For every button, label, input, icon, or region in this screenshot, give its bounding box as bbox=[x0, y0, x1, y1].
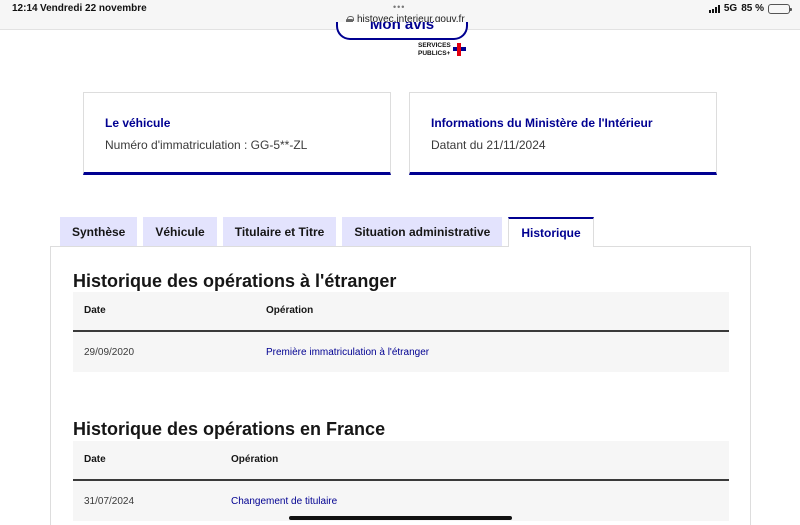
battery-icon bbox=[768, 3, 792, 14]
historique-panel: Historique des opérations à l'étranger D… bbox=[50, 246, 751, 525]
row-date: 31/07/2024 bbox=[84, 496, 135, 507]
battery-percent: 85 % bbox=[741, 3, 764, 14]
logo-line1: SERVICES bbox=[418, 42, 451, 49]
data-date: Datant du 21/11/2024 bbox=[431, 138, 546, 152]
home-indicator[interactable] bbox=[289, 516, 512, 520]
section-title-abroad: Historique des opérations à l'étranger bbox=[73, 271, 397, 291]
tab-synthese[interactable]: Synthèse bbox=[60, 217, 138, 246]
france-table: Date Opération 31/07/2024 Changement de … bbox=[73, 441, 729, 521]
table-row: 31/07/2024 Changement de titulaire bbox=[73, 481, 729, 521]
column-header-operation: Opération bbox=[231, 454, 279, 465]
date: Vendredi 22 novembre bbox=[40, 3, 147, 14]
column-header-date: Date bbox=[84, 454, 106, 465]
abroad-table: Date Opération 29/09/2020 Première immat… bbox=[73, 292, 729, 372]
column-header-operation: Opération bbox=[266, 305, 314, 316]
services-publics-logo: SERVICES PUBLICS+ bbox=[418, 42, 451, 58]
ministry-card-title: Informations du Ministère de l'Intérieur bbox=[431, 116, 653, 130]
row-operation: Première immatriculation à l'étranger bbox=[266, 347, 430, 358]
tab-situation-administrative[interactable]: Situation administrative bbox=[342, 217, 503, 246]
tab-vehicule[interactable]: Véhicule bbox=[143, 217, 217, 246]
table-row: 29/09/2020 Première immatriculation à l'… bbox=[73, 332, 729, 372]
signal-icon bbox=[708, 4, 720, 13]
logo-line2: PUBLICS+ bbox=[418, 50, 451, 57]
tab-bar: Synthèse Véhicule Titulaire et Titre Sit… bbox=[60, 217, 594, 247]
tab-titulaire-titre[interactable]: Titulaire et Titre bbox=[222, 217, 337, 246]
mon-avis-label: Mon avis bbox=[369, 22, 435, 33]
network-label: 5G bbox=[723, 3, 738, 14]
column-header-date: Date bbox=[84, 305, 106, 316]
row-operation: Changement de titulaire bbox=[231, 496, 338, 507]
section-title-france: Historique des opérations en France bbox=[73, 419, 386, 439]
row-date: 29/09/2020 bbox=[84, 347, 135, 358]
mon-avis-button[interactable]: Mon avis bbox=[336, 22, 468, 40]
table-header: Date Opération bbox=[73, 292, 729, 332]
multitasking-dots-icon[interactable]: ••• bbox=[393, 2, 405, 12]
table-header: Date Opération bbox=[73, 441, 729, 481]
clock: 12:14 bbox=[12, 3, 38, 14]
vehicle-card-title: Le véhicule bbox=[105, 116, 171, 130]
vehicle-card: Le véhicule Numéro d'immatriculation : G… bbox=[83, 92, 391, 175]
status-indicators: 5G 85 % bbox=[708, 3, 792, 14]
services-publics-plus-icon bbox=[453, 43, 466, 56]
tab-historique[interactable]: Historique bbox=[508, 217, 594, 247]
registration-number: Numéro d'immatriculation : GG-5**-ZL bbox=[105, 138, 308, 152]
ministry-card: Informations du Ministère de l'Intérieur… bbox=[409, 92, 717, 175]
